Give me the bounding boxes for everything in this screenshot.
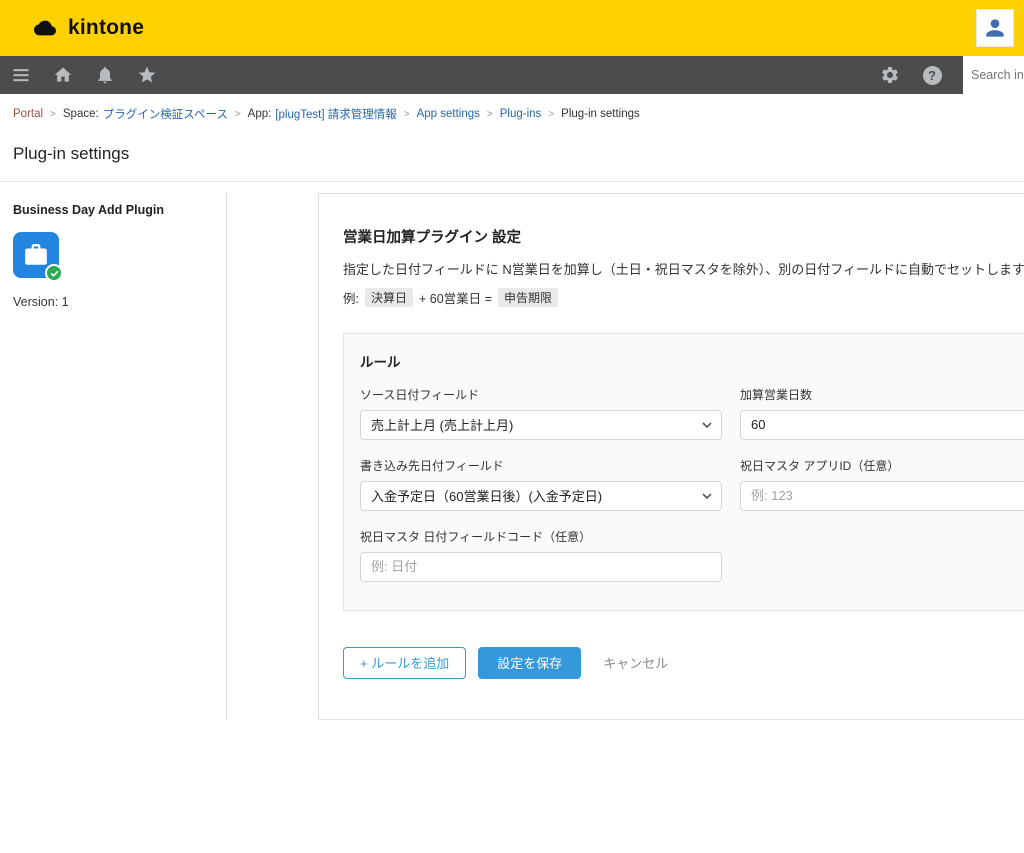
holiday-app-id-label: 祝日マスタ アプリID（任意） [740, 457, 1024, 474]
user-icon [982, 15, 1008, 41]
add-days-label: 加算営業日数 [740, 386, 1024, 403]
target-date-field-group: 書き込み先日付フィールド 入金予定日（60営業日後）(入金予定日) [360, 457, 722, 511]
settings-gear-icon[interactable] [879, 64, 901, 86]
action-buttons-row: + ルールを追加 設定を保存 キャンセル [343, 647, 1024, 679]
save-settings-button[interactable]: 設定を保存 [478, 647, 581, 679]
settings-description: 指定した日付フィールドに N営業日を加算し（土日・祝日マスタを除外）、別の日付フ… [343, 260, 1024, 280]
rule-form-grid: ソース日付フィールド 売上計上月 (売上計上月) 加算営業日数 書き込み先日付フ [360, 386, 1024, 582]
settings-example: 例: 決算日 + 60営業日 = 申告期限 [343, 288, 1024, 307]
source-date-field-value: 売上計上月 (売上計上月) [371, 415, 513, 434]
source-date-field-group: ソース日付フィールド 売上計上月 (売上計上月) [360, 386, 722, 440]
grid-empty-cell [740, 528, 1024, 582]
favorites-star-icon[interactable] [136, 64, 158, 86]
cancel-link[interactable]: キャンセル [603, 653, 668, 672]
plugin-version: Version: 1 [13, 295, 214, 309]
check-badge-icon [45, 264, 63, 282]
question-mark-icon: ? [923, 66, 942, 85]
cloud-icon [30, 17, 60, 39]
brand-wordmark: kintone [68, 16, 144, 40]
breadcrumb-separator: > [404, 109, 410, 120]
help-icon[interactable]: ? [921, 64, 943, 86]
breadcrumb-separator: > [487, 109, 493, 120]
briefcase-icon [23, 242, 49, 268]
example-source-badge: 決算日 [365, 288, 413, 307]
breadcrumb-space-prefix: Space: [63, 108, 99, 120]
plugin-settings-card: 営業日加算プラグイン 設定 指定した日付フィールドに N営業日を加算し（土日・祝… [318, 193, 1024, 720]
example-target-badge: 申告期限 [498, 288, 558, 307]
target-date-field-label: 書き込み先日付フィールド [360, 457, 722, 474]
breadcrumb-link-space[interactable]: プラグイン検証スペース [103, 106, 228, 122]
example-middle-text: + 60営業日 = [419, 288, 492, 307]
add-rule-button[interactable]: + ルールを追加 [343, 647, 466, 679]
search-input[interactable] [963, 56, 1024, 94]
chevron-down-icon [702, 493, 712, 500]
target-date-field-select[interactable]: 入金予定日（60営業日後）(入金予定日) [360, 481, 722, 511]
holiday-field-code-label: 祝日マスタ 日付フィールドコード（任意） [360, 528, 722, 545]
breadcrumb-separator: > [548, 109, 554, 120]
notifications-bell-icon[interactable] [94, 64, 116, 86]
plugin-sidebar: Business Day Add Plugin Version: 1 [0, 193, 227, 720]
breadcrumb-link-portal[interactable]: Portal [13, 108, 43, 120]
brand-header: kintone [0, 0, 1024, 56]
user-avatar[interactable] [976, 9, 1014, 47]
add-days-group: 加算営業日数 [740, 386, 1024, 440]
holiday-app-id-group: 祝日マスタ アプリID（任意） [740, 457, 1024, 511]
breadcrumb: Portal > Space: プラグイン検証スペース > App: [plug… [0, 94, 1024, 128]
target-date-field-value: 入金予定日（60営業日後）(入金予定日) [371, 486, 602, 505]
breadcrumb-current: Plug-in settings [561, 108, 640, 120]
source-date-field-label: ソース日付フィールド [360, 386, 722, 403]
breadcrumb-separator: > [50, 109, 56, 120]
breadcrumb-link-app[interactable]: [plugTest] 請求管理情報 [275, 106, 396, 122]
chevron-down-icon [702, 422, 712, 429]
plugin-icon [13, 232, 59, 278]
kintone-logo[interactable]: kintone [30, 16, 144, 40]
breadcrumb-link-plugins[interactable]: Plug-ins [500, 108, 542, 120]
holiday-field-code-input[interactable] [360, 552, 722, 582]
breadcrumb-separator: > [235, 109, 241, 120]
breadcrumb-app-prefix: App: [248, 108, 272, 120]
add-days-input[interactable] [740, 410, 1024, 440]
source-date-field-select[interactable]: 売上計上月 (売上計上月) [360, 410, 722, 440]
holiday-field-code-group: 祝日マスタ 日付フィールドコード（任意） [360, 528, 722, 582]
main-area: 営業日加算プラグイン 設定 指定した日付フィールドに N営業日を加算し（土日・祝… [318, 193, 1024, 720]
plugin-name: Business Day Add Plugin [13, 203, 214, 217]
home-icon[interactable] [52, 64, 74, 86]
example-prefix: 例: [343, 288, 359, 307]
hamburger-menu-icon[interactable] [10, 64, 32, 86]
settings-title: 営業日加算プラグイン 設定 [343, 226, 1024, 247]
kintone-app-window: kintone ? Portal > Space: [0, 0, 1024, 853]
rule-panel: ルール ソース日付フィールド 売上計上月 (売上計上月) 加算営業日数 [343, 333, 1024, 611]
holiday-app-id-input[interactable] [740, 481, 1024, 511]
page-title: Plug-in settings [13, 144, 1024, 164]
content-area: Business Day Add Plugin Version: 1 営業日加算… [0, 182, 1024, 720]
global-toolbar: ? [0, 56, 1024, 94]
rule-heading: ルール [360, 351, 1024, 371]
breadcrumb-link-app-settings[interactable]: App settings [417, 108, 480, 120]
